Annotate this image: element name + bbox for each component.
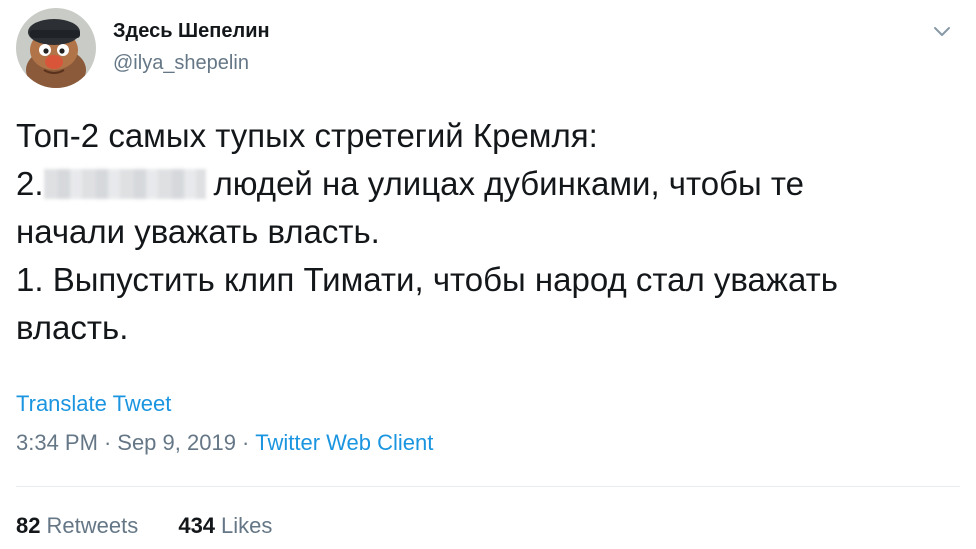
client-link[interactable]: Twitter Web Client — [255, 430, 433, 455]
avatar-image — [16, 8, 96, 88]
likes-count: 434 — [178, 513, 216, 538]
tweet-line-prefix: 2. — [16, 165, 44, 202]
display-name[interactable]: Здесь Шепелин — [113, 20, 270, 43]
tweet-stats: 82 Retweets 434 Likes — [16, 513, 272, 539]
tweet-line: 2. людей на улицах дубинками, чтобы те — [16, 160, 966, 208]
tweet-line: 1. Выпустить клип Тимати, чтобы народ ст… — [16, 261, 838, 298]
tweet-card: Здесь Шепелин @ilya_shepelin Топ-2 самых… — [0, 0, 976, 549]
chevron-down-icon[interactable] — [930, 22, 954, 42]
tweet-line-rest: людей на улицах дубинками, чтобы те — [213, 165, 804, 202]
retweets-label: Retweets — [46, 513, 139, 538]
avatar[interactable] — [16, 8, 96, 88]
likes-label: Likes — [221, 513, 273, 538]
retweets-count: 82 — [16, 513, 41, 538]
tweet-line: Топ-2 самых тупых стретегий Кремля: — [16, 117, 598, 154]
retweets-stat[interactable]: 82 Retweets — [16, 513, 138, 539]
tweet-text: Топ-2 самых тупых стретегий Кремля: 2. лю… — [16, 112, 966, 352]
likes-stat[interactable]: 434 Likes — [178, 513, 272, 539]
meta-separator: · — [241, 430, 250, 455]
meta-separator: · — [103, 430, 112, 455]
divider — [16, 486, 960, 487]
blurred-word — [43, 169, 206, 199]
user-handle[interactable]: @ilya_shepelin — [113, 52, 249, 75]
tweet-time[interactable]: 3:34 PM — [16, 430, 98, 455]
tweet-meta: 3:34 PM · Sep 9, 2019 · Twitter Web Client — [16, 430, 433, 456]
tweet-line: начали уважать власть. — [16, 213, 380, 250]
tweet-date[interactable]: Sep 9, 2019 — [117, 430, 236, 455]
tweet-line: власть. — [16, 309, 129, 346]
translate-tweet-link[interactable]: Translate Tweet — [16, 391, 171, 417]
